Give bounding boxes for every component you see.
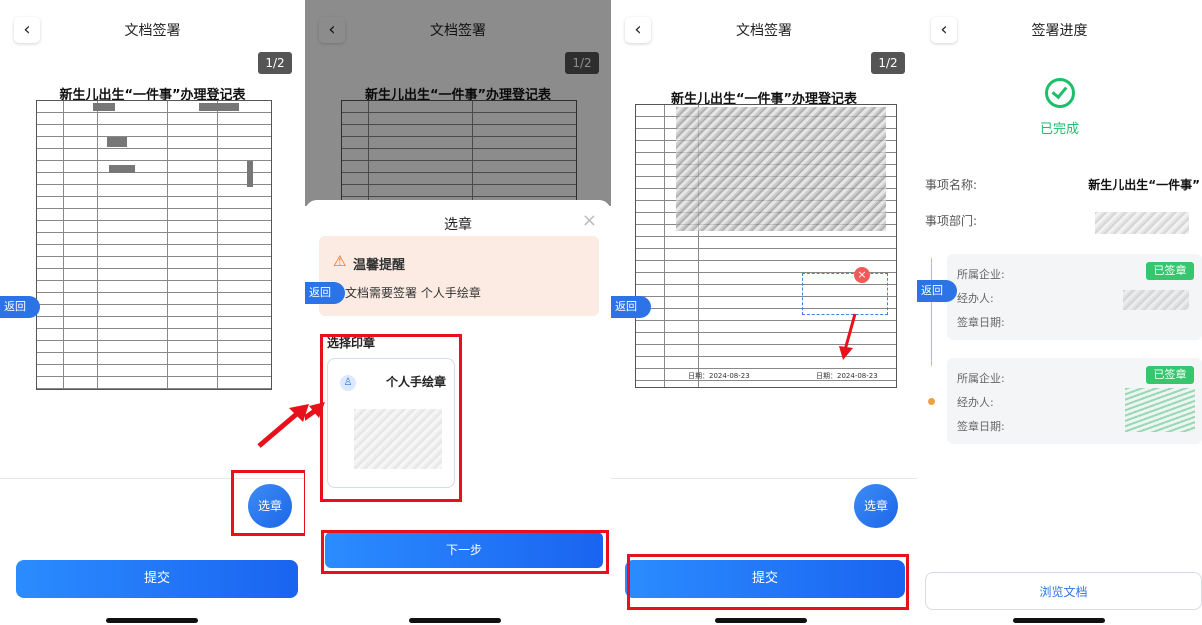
remove-signature-icon[interactable]: × — [854, 267, 870, 283]
redacted-field — [247, 161, 253, 187]
company-label: 所属企业: — [957, 268, 1005, 281]
page-title: 文档签署 — [736, 23, 792, 39]
annotation-highlight-box — [231, 470, 305, 536]
agent-label: 经办人: — [957, 396, 994, 409]
page-title: 文档签署 — [124, 23, 181, 39]
screen-select-seal: ‹ 文档签署 1/2 新生儿出生“一件事”办理登记表 选章 × ⚠ 温馨提醒 文… — [305, 0, 611, 625]
dept-label: 事项部门: — [925, 214, 978, 228]
handwritten-signature-overlay — [676, 107, 886, 231]
dept-row: 事项部门: — [917, 212, 1194, 236]
nav-header: ‹ 文档签署 — [0, 14, 305, 46]
sign-step-card: 所属企业: 经办人: 签章日期: 已签章 — [947, 358, 1202, 444]
date-label-left: 日期：2024-08-23 — [688, 372, 750, 380]
timeline-line — [931, 258, 932, 366]
annotation-highlight-box — [320, 334, 462, 502]
checkmark — [1051, 82, 1068, 100]
return-label: 返回 — [615, 300, 637, 313]
form-column-line — [664, 105, 665, 387]
screen-sign-progress: ‹ 签署进度 已完成 事项名称: 新生儿出生“一件事” 事项部门: 所属企业: … — [917, 0, 1202, 625]
browse-document-button[interactable]: 浏览文档 — [925, 572, 1202, 610]
form-grid-lines — [37, 101, 271, 389]
status-text: 已完成 — [1039, 122, 1079, 137]
nav-header: ‹ 文档签署 — [611, 14, 917, 46]
redacted-dept — [1095, 212, 1189, 234]
return-label: 返回 — [4, 300, 26, 313]
divider — [611, 478, 917, 479]
check-circle-icon — [1045, 78, 1075, 108]
screen-sign-document-1: ‹ 文档签署 1/2 新生儿出生“一件事”办理登记表 返回 选章 提交 — [0, 0, 305, 625]
timeline-dot — [928, 398, 935, 405]
signature-thumbnail — [1123, 290, 1189, 310]
home-indicator — [1013, 618, 1105, 623]
company-label: 所属企业: — [957, 372, 1005, 385]
submit-button[interactable]: 提交 — [16, 560, 298, 598]
return-tab[interactable]: 返回 — [611, 296, 651, 318]
page-title: 签署进度 — [1031, 23, 1088, 39]
modal-backdrop[interactable] — [305, 0, 611, 206]
redacted-field — [107, 137, 127, 147]
item-name-value: 新生儿出生“一件事” — [1088, 178, 1200, 192]
screen-sign-document-2: ‹ 文档签署 1/2 新生儿出生“一件事”办理登记表 × 日期：2024-08-… — [611, 0, 917, 625]
home-indicator — [715, 618, 807, 623]
form-column-line — [97, 101, 98, 389]
form-column-line — [167, 101, 168, 389]
agent-label: 经办人: — [957, 292, 994, 305]
page-indicator: 1/2 — [258, 52, 292, 74]
warning-title: 温馨提醒 — [353, 258, 406, 273]
warning-text: 文档需要签署 个人手绘章 — [345, 286, 481, 300]
form-column-line — [217, 101, 218, 389]
return-label: 返回 — [921, 284, 943, 297]
home-indicator — [106, 618, 198, 623]
redacted-field — [109, 165, 135, 173]
return-tab[interactable]: 返回 — [917, 280, 957, 302]
redacted-field — [93, 103, 115, 111]
select-seal-fab[interactable]: 选章 — [854, 484, 898, 528]
item-name-label: 事项名称: — [925, 178, 978, 192]
close-icon[interactable]: × — [582, 210, 597, 231]
sign-date-label: 签章日期: — [957, 420, 1005, 433]
signature-placement-box[interactable] — [802, 273, 888, 315]
item-name-row: 事项名称: 新生儿出生“一件事” — [917, 176, 1200, 196]
warning-icon: ⚠ — [333, 252, 347, 270]
status-badge: 已签章 — [1146, 366, 1194, 384]
sheet-title: 选章 — [444, 217, 472, 233]
sign-date-label: 签章日期: — [957, 316, 1005, 329]
form-column-line — [63, 101, 64, 389]
warning-notice: ⚠ 温馨提醒 文档需要签署 个人手绘章 — [319, 236, 599, 316]
annotation-highlight-box — [627, 554, 909, 610]
date-label-right: 日期：2024-08-23 — [816, 372, 878, 380]
nav-header: ‹ 签署进度 — [917, 14, 1202, 46]
annotation-highlight-box — [321, 530, 609, 574]
signature-thumbnail — [1125, 388, 1195, 432]
annotation-arrow — [257, 404, 309, 448]
page-indicator: 1/2 — [871, 52, 905, 74]
annotation-arrow — [839, 313, 857, 360]
home-indicator — [409, 618, 501, 623]
return-tab[interactable]: 返回 — [0, 296, 40, 318]
document-form-preview[interactable] — [36, 100, 272, 390]
sign-step-card: 所属企业: 经办人: 签章日期: 已签章 — [947, 254, 1202, 340]
return-tab[interactable]: 返回 — [305, 282, 345, 304]
status-badge: 已签章 — [1146, 262, 1194, 280]
return-label: 返回 — [309, 286, 331, 299]
redacted-field — [199, 103, 239, 111]
